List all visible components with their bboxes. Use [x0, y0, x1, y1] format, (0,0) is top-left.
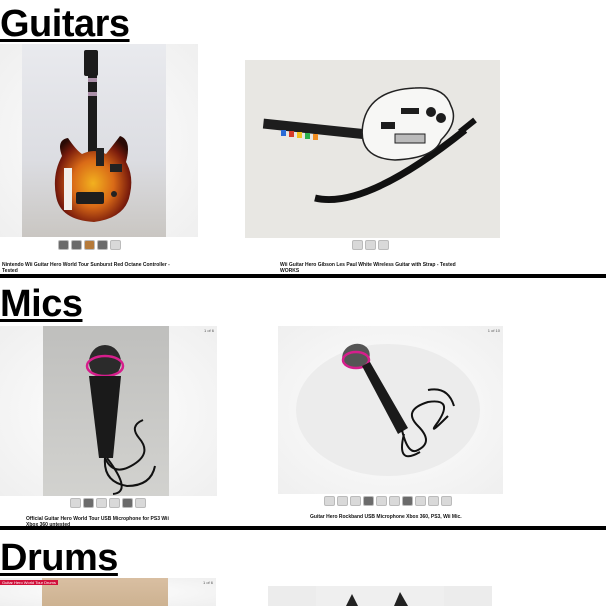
- thumbnail[interactable]: [110, 240, 121, 250]
- thumbnail[interactable]: [96, 498, 107, 508]
- section-divider: [0, 274, 606, 278]
- thumbnail-strip: [352, 240, 389, 250]
- product-photo-rockband-mic[interactable]: [278, 326, 503, 494]
- drum-kit-illustration: [346, 592, 408, 606]
- microphone-illustration: [85, 345, 156, 495]
- product-photo-drums[interactable]: [42, 578, 168, 606]
- product-image-frame: Guitar Hero World Tour Drums 1 of 6: [0, 578, 216, 606]
- thumbnail[interactable]: [122, 498, 133, 508]
- product-caption[interactable]: Wii Guitar Hero Gibson Les Paul White Wi…: [280, 262, 460, 274]
- product-photo-white-guitar[interactable]: [245, 60, 500, 238]
- thumbnail[interactable]: [97, 240, 108, 250]
- product-image-frame: [268, 586, 492, 606]
- image-counter: 1 of 10: [487, 328, 500, 333]
- product-photo-sunburst-guitar[interactable]: [22, 44, 166, 237]
- product-card-drums-2[interactable]: [268, 586, 494, 606]
- product-card-guitar-2[interactable]: Wii Guitar Hero Gibson Les Paul White Wi…: [244, 60, 502, 276]
- thumbnail[interactable]: [109, 498, 120, 508]
- thumbnail[interactable]: [135, 498, 146, 508]
- thumbnail-strip: [58, 240, 121, 250]
- thumbnail[interactable]: [378, 240, 389, 250]
- thumbnail[interactable]: [352, 240, 363, 250]
- product-caption[interactable]: Nintendo Wii Guitar Hero World Tour Sunb…: [2, 262, 182, 274]
- section-divider: [0, 526, 606, 530]
- microphone-illustration: [296, 343, 480, 476]
- section-title-mics: Mics: [0, 283, 83, 325]
- thumbnail[interactable]: [58, 240, 69, 250]
- thumbnail[interactable]: [365, 240, 376, 250]
- thumbnail[interactable]: [389, 496, 400, 506]
- thumbnail[interactable]: [337, 496, 348, 506]
- thumbnail[interactable]: [428, 496, 439, 506]
- thumbnail[interactable]: [84, 240, 95, 250]
- thumbnail[interactable]: [415, 496, 426, 506]
- product-card-mic-2[interactable]: 1 of 10 Guitar Hero Rockband USB Microph…: [278, 326, 504, 526]
- listing-tag: Guitar Hero World Tour Drums: [0, 580, 58, 585]
- thumbnail[interactable]: [324, 496, 335, 506]
- product-card-drums-1[interactable]: Guitar Hero World Tour Drums 1 of 6: [0, 578, 218, 606]
- section-title-guitars: Guitars: [0, 3, 130, 45]
- thumbnail[interactable]: [350, 496, 361, 506]
- thumbnail[interactable]: [402, 496, 413, 506]
- section-title-drums: Drums: [0, 537, 118, 579]
- product-image-frame: 1 of 10: [278, 326, 503, 494]
- guitar-white-illustration: [245, 60, 500, 238]
- thumbnail[interactable]: [71, 240, 82, 250]
- thumbnail[interactable]: [83, 498, 94, 508]
- thumbnail[interactable]: [441, 496, 452, 506]
- product-caption[interactable]: Guitar Hero Rockband USB Microphone Xbox…: [310, 514, 490, 520]
- image-counter: 1 of 6: [203, 328, 214, 333]
- thumbnail[interactable]: [363, 496, 374, 506]
- thumbnail[interactable]: [376, 496, 387, 506]
- product-photo-usb-mic[interactable]: [43, 326, 169, 496]
- product-image-frame: [0, 44, 198, 237]
- thumbnail-strip: [324, 496, 452, 506]
- product-image-frame: 1 of 6: [0, 326, 217, 496]
- thumbnail-strip: [70, 498, 146, 508]
- thumbnail[interactable]: [70, 498, 81, 508]
- product-photo-drums-2[interactable]: [316, 586, 444, 606]
- product-card-guitar-1[interactable]: Nintendo Wii Guitar Hero World Tour Sunb…: [0, 44, 200, 276]
- product-image-frame: [245, 60, 500, 238]
- guitar-sunburst-illustration: [54, 50, 132, 222]
- image-counter: 1 of 6: [202, 580, 213, 585]
- product-card-mic-1[interactable]: 1 of 6 Official Guitar Hero World Tour U…: [0, 326, 220, 528]
